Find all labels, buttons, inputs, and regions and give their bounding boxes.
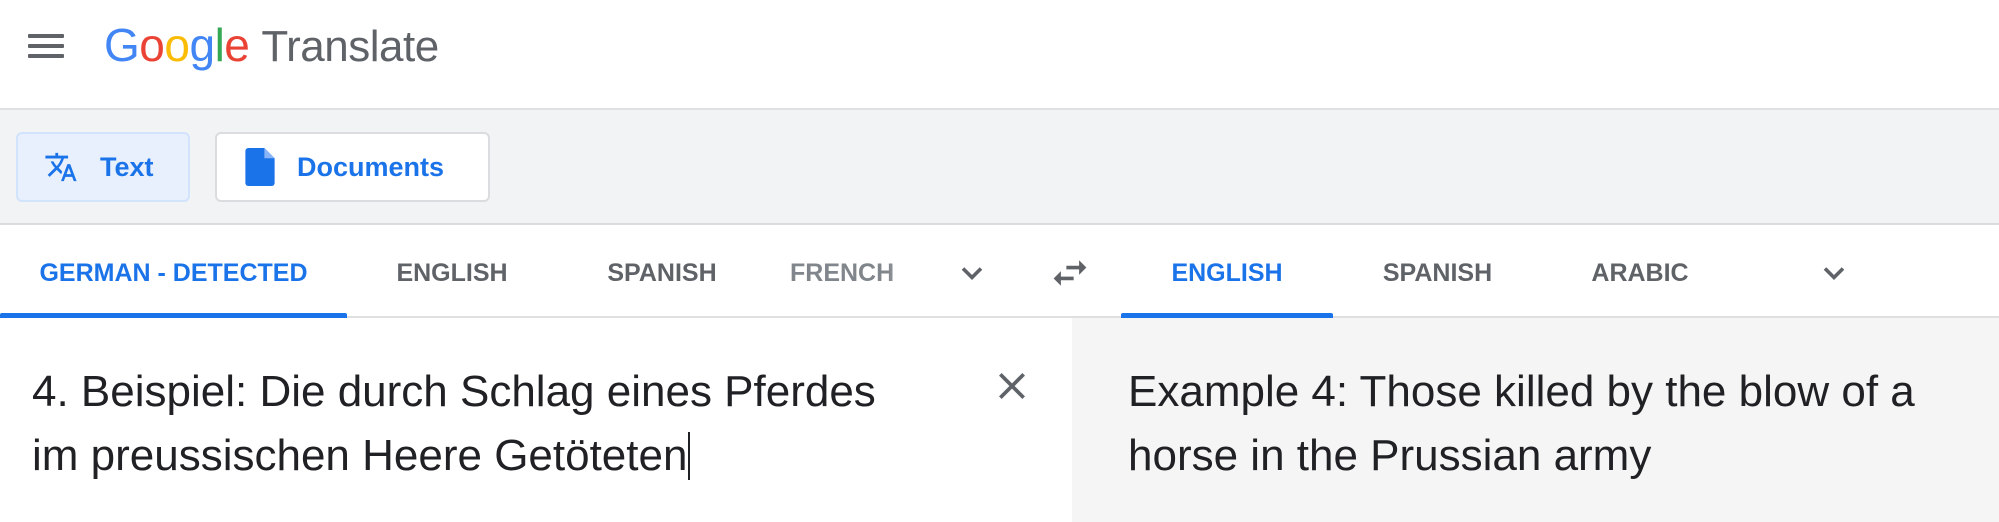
app-header: Google Translate [0, 0, 1999, 110]
source-text-input[interactable]: 4. Beispiel: Die durch Schlag eines Pfer… [32, 360, 952, 488]
language-bar: GERMAN - DETECTED ENGLISH SPANISH FRENCH… [0, 225, 1999, 318]
target-lang-tab-english[interactable]: ENGLISH [1121, 225, 1333, 318]
logo-letter: o [139, 19, 165, 71]
hamburger-menu-icon[interactable] [22, 28, 70, 64]
translate-icon [45, 152, 77, 182]
target-lang-tab-spanish[interactable]: SPANISH [1355, 225, 1520, 316]
target-lang-tab-arabic[interactable]: ARABIC [1555, 225, 1725, 316]
chevron-down-icon[interactable] [954, 255, 990, 291]
source-lang-tab-german-detected[interactable]: GERMAN - DETECTED [0, 225, 347, 318]
product-name: Translate [261, 22, 439, 71]
text-mode-button[interactable]: Text [16, 132, 190, 202]
swap-languages-icon[interactable] [1048, 253, 1092, 293]
google-translate-logo[interactable]: Google Translate [104, 18, 439, 78]
logo-letter: e [224, 19, 250, 71]
source-lang-tab-english[interactable]: ENGLISH [362, 225, 542, 316]
logo-letter: l [214, 19, 225, 71]
source-lang-tab-spanish[interactable]: SPANISH [572, 225, 752, 316]
text-caret [688, 432, 691, 480]
close-icon[interactable] [992, 366, 1032, 406]
logo-letter: o [164, 19, 190, 71]
logo-letter: g [189, 19, 215, 71]
documents-mode-label: Documents [297, 151, 445, 182]
source-pane: 4. Beispiel: Die durch Schlag eines Pfer… [0, 318, 1072, 522]
document-icon [245, 148, 275, 186]
translation-output: Example 4: Those killed by the blow of a… [1128, 367, 1915, 480]
source-lang-tab-french[interactable]: FRENCH [790, 225, 940, 316]
documents-mode-button[interactable]: Documents [215, 132, 490, 202]
chevron-down-icon[interactable] [1816, 255, 1852, 291]
logo-letter: G [104, 19, 140, 71]
mode-bar: Text Documents [0, 110, 1999, 225]
source-text: 4. Beispiel: Die durch Schlag eines Pfer… [32, 367, 876, 480]
text-mode-label: Text [100, 151, 154, 182]
translation-pane: Example 4: Those killed by the blow of a… [1072, 318, 1999, 522]
